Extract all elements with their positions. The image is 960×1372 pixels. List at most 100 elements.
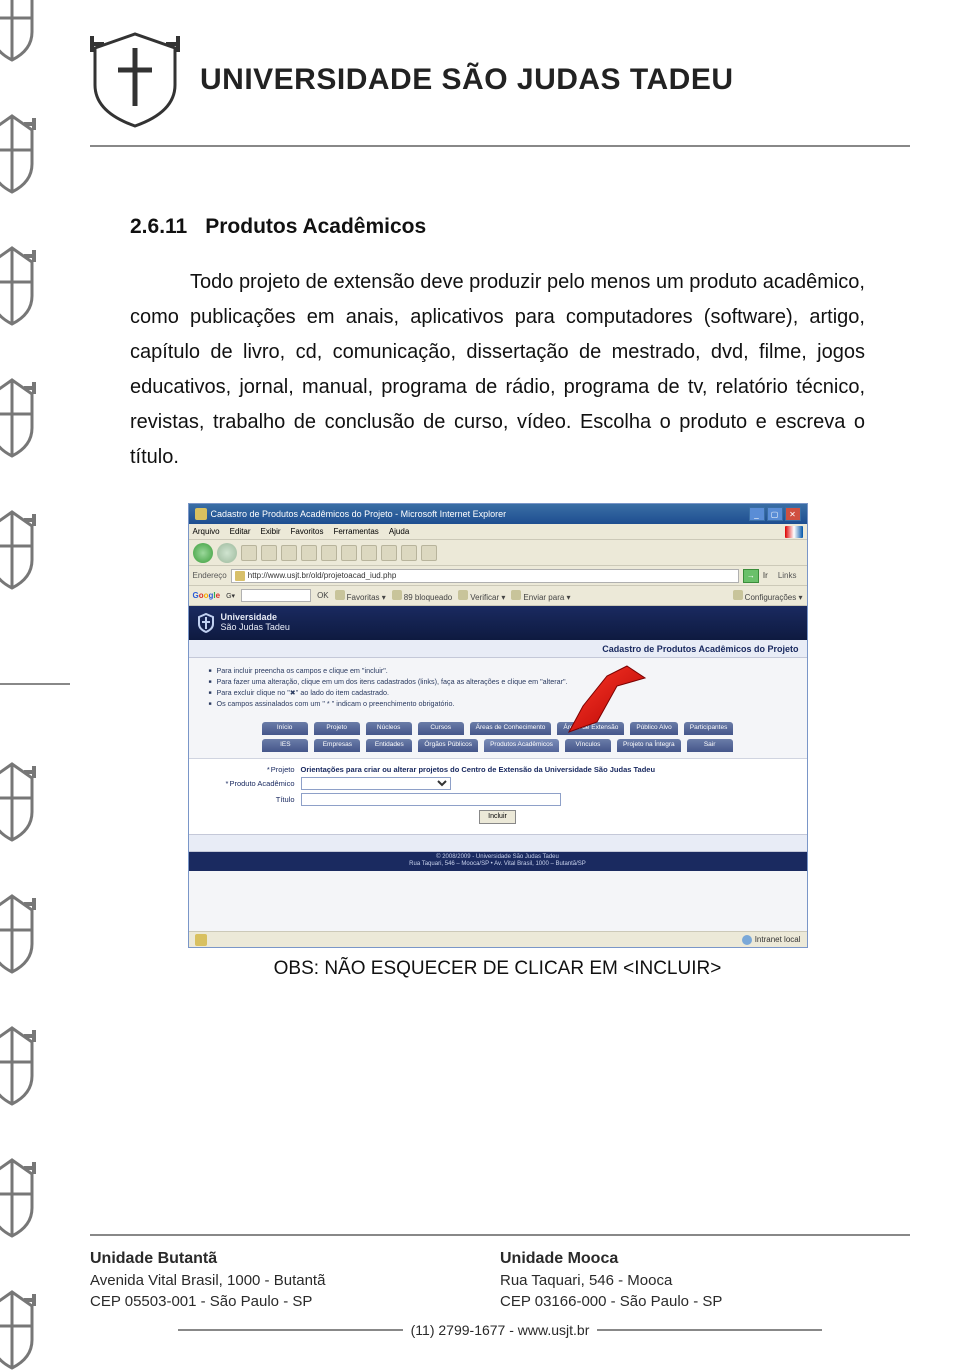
instructions: Para incluir preencha os campos e clique… bbox=[189, 658, 807, 716]
menu-item[interactable]: Exibir bbox=[261, 527, 281, 536]
instruction-item: Para fazer uma alteração, clique em um d… bbox=[209, 677, 793, 686]
select-produto-academico[interactable] bbox=[301, 777, 451, 790]
favorites-icon[interactable] bbox=[321, 545, 337, 561]
toolbar-icon[interactable] bbox=[421, 545, 437, 561]
footer-line: CEP 03166-000 - São Paulo - SP bbox=[500, 1291, 910, 1312]
go-label: Ir bbox=[763, 571, 768, 580]
shield-icon bbox=[0, 1288, 36, 1370]
menu-item[interactable]: Ajuda bbox=[389, 527, 409, 536]
minimize-button[interactable]: _ bbox=[749, 507, 765, 521]
tab-projeto[interactable]: Projeto bbox=[314, 722, 360, 735]
zone-icon bbox=[742, 935, 752, 945]
footer-col-mooca: Unidade Mooca Rua Taquari, 546 - Mooca C… bbox=[500, 1248, 910, 1312]
menu-item[interactable]: Ferramentas bbox=[333, 527, 378, 536]
mail-icon[interactable] bbox=[361, 545, 377, 561]
site-page-title: Cadastro de Produtos Acadêmicos do Proje… bbox=[189, 640, 807, 658]
tab-produtos-academicos[interactable]: Produtos Acadêmicos bbox=[484, 739, 559, 752]
site-header: Universidade São Judas Tadeu bbox=[189, 606, 807, 640]
google-toolbar: Google G▾ OK Favoritas ▾ 89 bloqueado Ve… bbox=[189, 586, 807, 606]
history-icon[interactable] bbox=[341, 545, 357, 561]
close-button[interactable]: ✕ bbox=[785, 507, 801, 521]
forward-button[interactable] bbox=[217, 543, 237, 563]
zone-label: Intranet local bbox=[755, 935, 801, 944]
address-input[interactable]: http://www.usjt.br/old/projetoacad_iud.p… bbox=[231, 569, 739, 583]
stop-icon[interactable] bbox=[241, 545, 257, 561]
footer-line: Rua Taquari, 546 - Mooca bbox=[500, 1270, 910, 1291]
tab-orgaos-publicos[interactable]: Órgãos Públicos bbox=[418, 739, 478, 752]
address-bar: Endereço http://www.usjt.br/old/projetoa… bbox=[189, 566, 807, 586]
page-title: UNIVERSIDADE SÃO JUDAS TADEU bbox=[200, 63, 734, 97]
menu-item[interactable]: Arquivo bbox=[193, 527, 220, 536]
tab-entidades[interactable]: Entidades bbox=[366, 739, 412, 752]
shield-icon bbox=[0, 1024, 36, 1106]
footer-col-butanta: Unidade Butantã Avenida Vital Brasil, 10… bbox=[90, 1248, 500, 1312]
menubar: Arquivo Editar Exibir Favoritos Ferramen… bbox=[189, 524, 807, 540]
home-icon[interactable] bbox=[281, 545, 297, 561]
incluir-button[interactable] bbox=[479, 810, 516, 824]
section-title: Produtos Acadêmicos bbox=[205, 215, 426, 238]
tab-ies[interactable]: IES bbox=[262, 739, 308, 752]
label-projeto: Projeto bbox=[201, 765, 301, 774]
address-url: http://www.usjt.br/old/projetoacad_iud.p… bbox=[248, 571, 397, 580]
page-header: UNIVERSIDADE SÃO JUDAS TADEU bbox=[90, 30, 910, 130]
value-projeto: Orientações para criar ou alterar projet… bbox=[301, 765, 795, 774]
page-icon bbox=[235, 571, 245, 581]
shield-icon bbox=[0, 892, 36, 974]
windows-flag-icon bbox=[785, 526, 803, 538]
links-label[interactable]: Links bbox=[772, 571, 803, 580]
university-shield-icon bbox=[197, 613, 215, 633]
embedded-screenshot: Cadastro de Produtos Acadêmicos do Proje… bbox=[188, 503, 808, 948]
google-ok[interactable]: OK bbox=[317, 591, 329, 600]
status-bar: Intranet local bbox=[189, 931, 807, 947]
tab-strip: Início Projeto Núcleos Cursos Áreas de C… bbox=[189, 716, 807, 758]
shield-icon bbox=[0, 376, 36, 458]
tab-areas-extensao[interactable]: Áreas de Extensão bbox=[557, 722, 624, 735]
input-titulo[interactable] bbox=[301, 793, 561, 806]
google-search-input[interactable] bbox=[241, 589, 311, 602]
gear-icon bbox=[733, 590, 743, 600]
tab-publico-alvo[interactable]: Público Alvo bbox=[630, 722, 677, 735]
tab-areas-conhecimento[interactable]: Áreas de Conhecimento bbox=[470, 722, 552, 735]
screenshot-note: OBS: NÃO ESQUECER DE CLICAR EM <INCLUIR> bbox=[130, 958, 865, 980]
tab-cursos[interactable]: Cursos bbox=[418, 722, 464, 735]
shield-icon bbox=[0, 1156, 36, 1238]
ie-page-icon bbox=[195, 508, 207, 520]
footer-line: Avenida Vital Brasil, 1000 - Butantã bbox=[90, 1270, 500, 1291]
go-button[interactable]: → bbox=[743, 569, 759, 583]
window-titlebar: Cadastro de Produtos Acadêmicos do Proje… bbox=[189, 504, 807, 524]
shield-icon bbox=[0, 112, 36, 194]
tab-vinculos[interactable]: Vínculos bbox=[565, 739, 611, 752]
tab-inicio[interactable]: Início bbox=[262, 722, 308, 735]
tab-projeto-integra[interactable]: Projeto na Íntegra bbox=[617, 739, 681, 752]
tab-participantes[interactable]: Participantes bbox=[684, 722, 734, 735]
search-icon[interactable] bbox=[301, 545, 317, 561]
footer-heading: Unidade Mooca bbox=[500, 1248, 910, 1270]
footer-heading: Unidade Butantã bbox=[90, 1248, 500, 1270]
tab-nucleos[interactable]: Núcleos bbox=[366, 722, 412, 735]
site-footer: © 2008/2009 - Universidade São Judas Tad… bbox=[189, 852, 807, 871]
tab-sair[interactable]: Sair bbox=[687, 739, 733, 752]
toolbar-icon[interactable] bbox=[401, 545, 417, 561]
shield-icon bbox=[0, 244, 36, 326]
left-rail bbox=[0, 0, 70, 1372]
menu-item[interactable]: Favoritos bbox=[291, 527, 324, 536]
instruction-item: Os campos assinalados com um " * " indic… bbox=[209, 699, 793, 708]
check-icon bbox=[458, 590, 468, 600]
refresh-icon[interactable] bbox=[261, 545, 277, 561]
site-footer-line1: © 2008/2009 - Universidade São Judas Tad… bbox=[189, 854, 807, 861]
site-name-line2: São Judas Tadeu bbox=[221, 623, 290, 633]
toolbar bbox=[189, 540, 807, 566]
google-logo: Google bbox=[193, 591, 221, 600]
instruction-item: Para excluir clique no "✖" ao lado do it… bbox=[209, 688, 793, 697]
back-button[interactable] bbox=[193, 543, 213, 563]
instruction-item: Para incluir preencha os campos e clique… bbox=[209, 666, 793, 675]
ie-page-icon bbox=[195, 934, 207, 946]
print-icon[interactable] bbox=[381, 545, 397, 561]
section-number: 2.6.11 bbox=[130, 215, 187, 238]
maximize-button[interactable]: ▢ bbox=[767, 507, 783, 521]
tab-empresas[interactable]: Empresas bbox=[314, 739, 360, 752]
shield-icon bbox=[0, 0, 36, 62]
menu-item[interactable]: Editar bbox=[230, 527, 251, 536]
shield-icon bbox=[0, 760, 36, 842]
form-area: Projeto Orientações para criar ou altera… bbox=[189, 758, 807, 834]
